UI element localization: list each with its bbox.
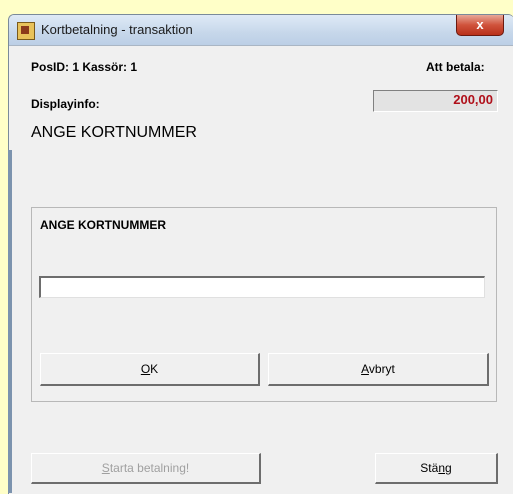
close-icon: x [476,17,484,32]
start-payment-mnemonic: S [101,461,110,475]
ok-mnemonic: O [140,362,151,376]
app-icon [17,22,35,40]
display-info-label: Displayinfo: [31,97,100,111]
amount-field: 200,00 [373,90,498,112]
ok-label-rest: K [150,362,159,376]
start-payment-button[interactable]: Starta betalning! [31,453,261,484]
close-button[interactable]: Stäng [375,453,498,484]
cancel-label-rest: vbryt [368,362,395,376]
close-mnemonic: n [438,461,445,475]
card-number-input[interactable] [39,276,485,298]
ok-button[interactable]: OK [40,353,260,386]
title-bar[interactable]: Kortbetalning - transaktion x [9,15,513,46]
start-payment-label-rest: tarta betalning! [109,461,190,475]
close-window-button[interactable]: x [456,15,504,36]
window-edge [8,150,12,493]
display-info-text: ANGE KORTNUMMER [31,124,197,141]
to-pay-label: Att betala: [426,60,485,74]
close-label-end: g [445,461,452,475]
close-label-start: Stä [420,461,439,475]
window-title: Kortbetalning - transaktion [41,22,193,37]
cancel-mnemonic: A [361,362,369,376]
cancel-button[interactable]: Avbryt [268,353,489,386]
pos-info-label: PosID: 1 Kassör: 1 [31,60,138,74]
card-entry-title: ANGE KORTNUMMER [40,218,166,232]
